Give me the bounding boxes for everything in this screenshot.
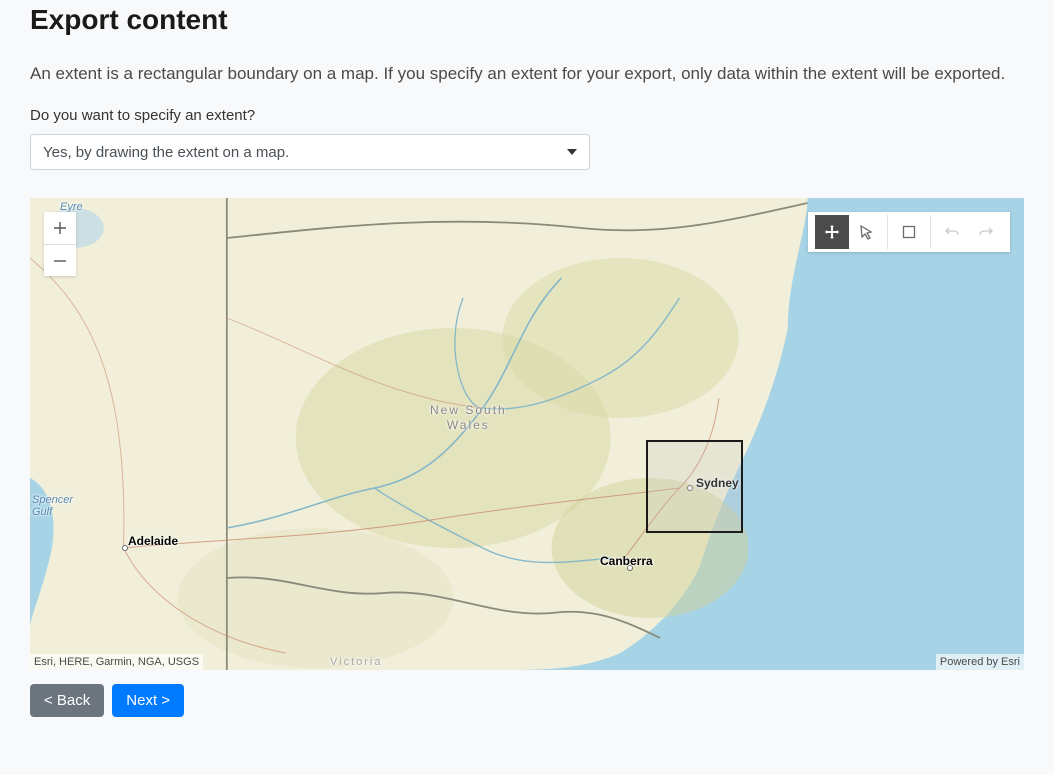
minus-icon xyxy=(53,254,67,268)
page-description: An extent is a rectangular boundary on a… xyxy=(30,60,1024,87)
basemap xyxy=(30,198,1024,670)
attribution-powered-by: Powered by Esri xyxy=(936,654,1024,670)
select-tool-button[interactable] xyxy=(849,215,883,249)
move-icon xyxy=(824,224,840,240)
sketch-toolbar xyxy=(808,212,1010,252)
page-title: Export content xyxy=(30,0,1024,36)
rectangle-tool-button[interactable] xyxy=(892,215,926,249)
undo-icon xyxy=(944,224,960,240)
extent-mode-select[interactable]: Yes, by drawing the extent on a map. xyxy=(30,134,590,170)
plus-icon xyxy=(53,221,67,235)
rectangle-icon xyxy=(901,224,917,240)
zoom-out-button[interactable] xyxy=(44,244,76,276)
extent-question-label: Do you want to specify an extent? xyxy=(30,107,1024,124)
zoom-in-button[interactable] xyxy=(44,212,76,244)
next-button[interactable]: Next > xyxy=(112,684,184,717)
attribution-sources: Esri, HERE, Garmin, NGA, USGS xyxy=(30,654,203,670)
back-button[interactable]: < Back xyxy=(30,684,104,717)
zoom-controls xyxy=(44,212,76,276)
pan-tool-button[interactable] xyxy=(815,215,849,249)
undo-button[interactable] xyxy=(935,215,969,249)
redo-icon xyxy=(978,224,994,240)
cursor-icon xyxy=(858,224,874,240)
wizard-nav: < Back Next > xyxy=(30,684,1024,717)
redo-button[interactable] xyxy=(969,215,1003,249)
map-view[interactable]: New SouthWales Sydney Canberra Adelaide … xyxy=(30,198,1024,670)
